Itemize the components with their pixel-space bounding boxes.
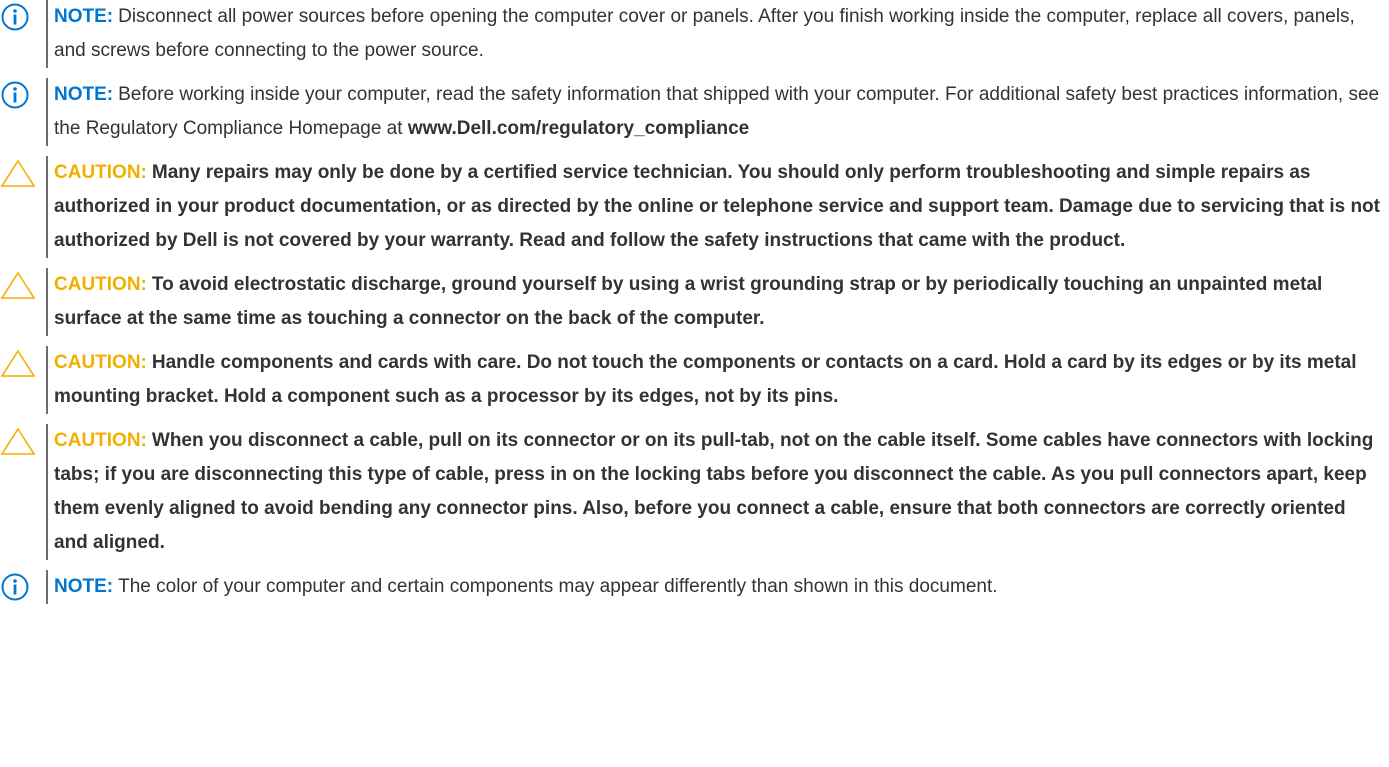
notice-body: CAUTION: To avoid electrostatic discharge… bbox=[46, 268, 1381, 336]
info-circle-icon bbox=[0, 570, 44, 604]
info-circle-icon bbox=[0, 78, 44, 112]
note-notice: NOTE: Before working inside your computer… bbox=[0, 78, 1389, 146]
caution-notice: CAUTION: To avoid electrostatic discharge… bbox=[0, 268, 1389, 336]
note-label: NOTE: bbox=[54, 84, 114, 105]
warning-triangle-icon bbox=[0, 346, 44, 380]
notice-text: To avoid electrostatic discharge, ground… bbox=[54, 274, 1323, 329]
notice-text: Disconnect all power sources before open… bbox=[54, 6, 1355, 61]
note-notice: NOTE: Disconnect all power sources before… bbox=[0, 0, 1389, 68]
note-label: NOTE: bbox=[54, 576, 114, 597]
caution-label: CAUTION: bbox=[54, 430, 147, 451]
caution-notice: CAUTION: Many repairs may only be done by… bbox=[0, 156, 1389, 258]
notice-body: NOTE: Before working inside your computer… bbox=[46, 78, 1381, 146]
notice-text: Many repairs may only be done by a certi… bbox=[54, 162, 1380, 251]
notice-body: NOTE: The color of your computer and cert… bbox=[46, 570, 1381, 604]
note-label: NOTE: bbox=[54, 6, 114, 27]
notice-text: When you disconnect a cable, pull on its… bbox=[54, 430, 1374, 553]
notice-text: Handle components and cards with care. D… bbox=[54, 352, 1357, 407]
caution-label: CAUTION: bbox=[54, 274, 147, 295]
warning-triangle-icon bbox=[0, 156, 44, 190]
caution-label: CAUTION: bbox=[54, 162, 147, 183]
notice-body: CAUTION: Handle components and cards with… bbox=[46, 346, 1381, 414]
caution-label: CAUTION: bbox=[54, 352, 147, 373]
note-notice: NOTE: The color of your computer and cert… bbox=[0, 570, 1389, 604]
notice-body: NOTE: Disconnect all power sources before… bbox=[46, 0, 1381, 68]
notice-body: CAUTION: When you disconnect a cable, pul… bbox=[46, 424, 1381, 560]
caution-notice: CAUTION: Handle components and cards with… bbox=[0, 346, 1389, 414]
safety-notices-page: NOTE: Disconnect all power sources before… bbox=[0, 0, 1389, 767]
regulatory-compliance-link[interactable]: www.Dell.com/regulatory_compliance bbox=[408, 118, 749, 139]
warning-triangle-icon bbox=[0, 424, 44, 458]
notice-text: The color of your computer and certain c… bbox=[118, 576, 998, 597]
caution-notice: CAUTION: When you disconnect a cable, pul… bbox=[0, 424, 1389, 560]
warning-triangle-icon bbox=[0, 268, 44, 302]
notice-body: CAUTION: Many repairs may only be done by… bbox=[46, 156, 1381, 258]
info-circle-icon bbox=[0, 0, 44, 34]
